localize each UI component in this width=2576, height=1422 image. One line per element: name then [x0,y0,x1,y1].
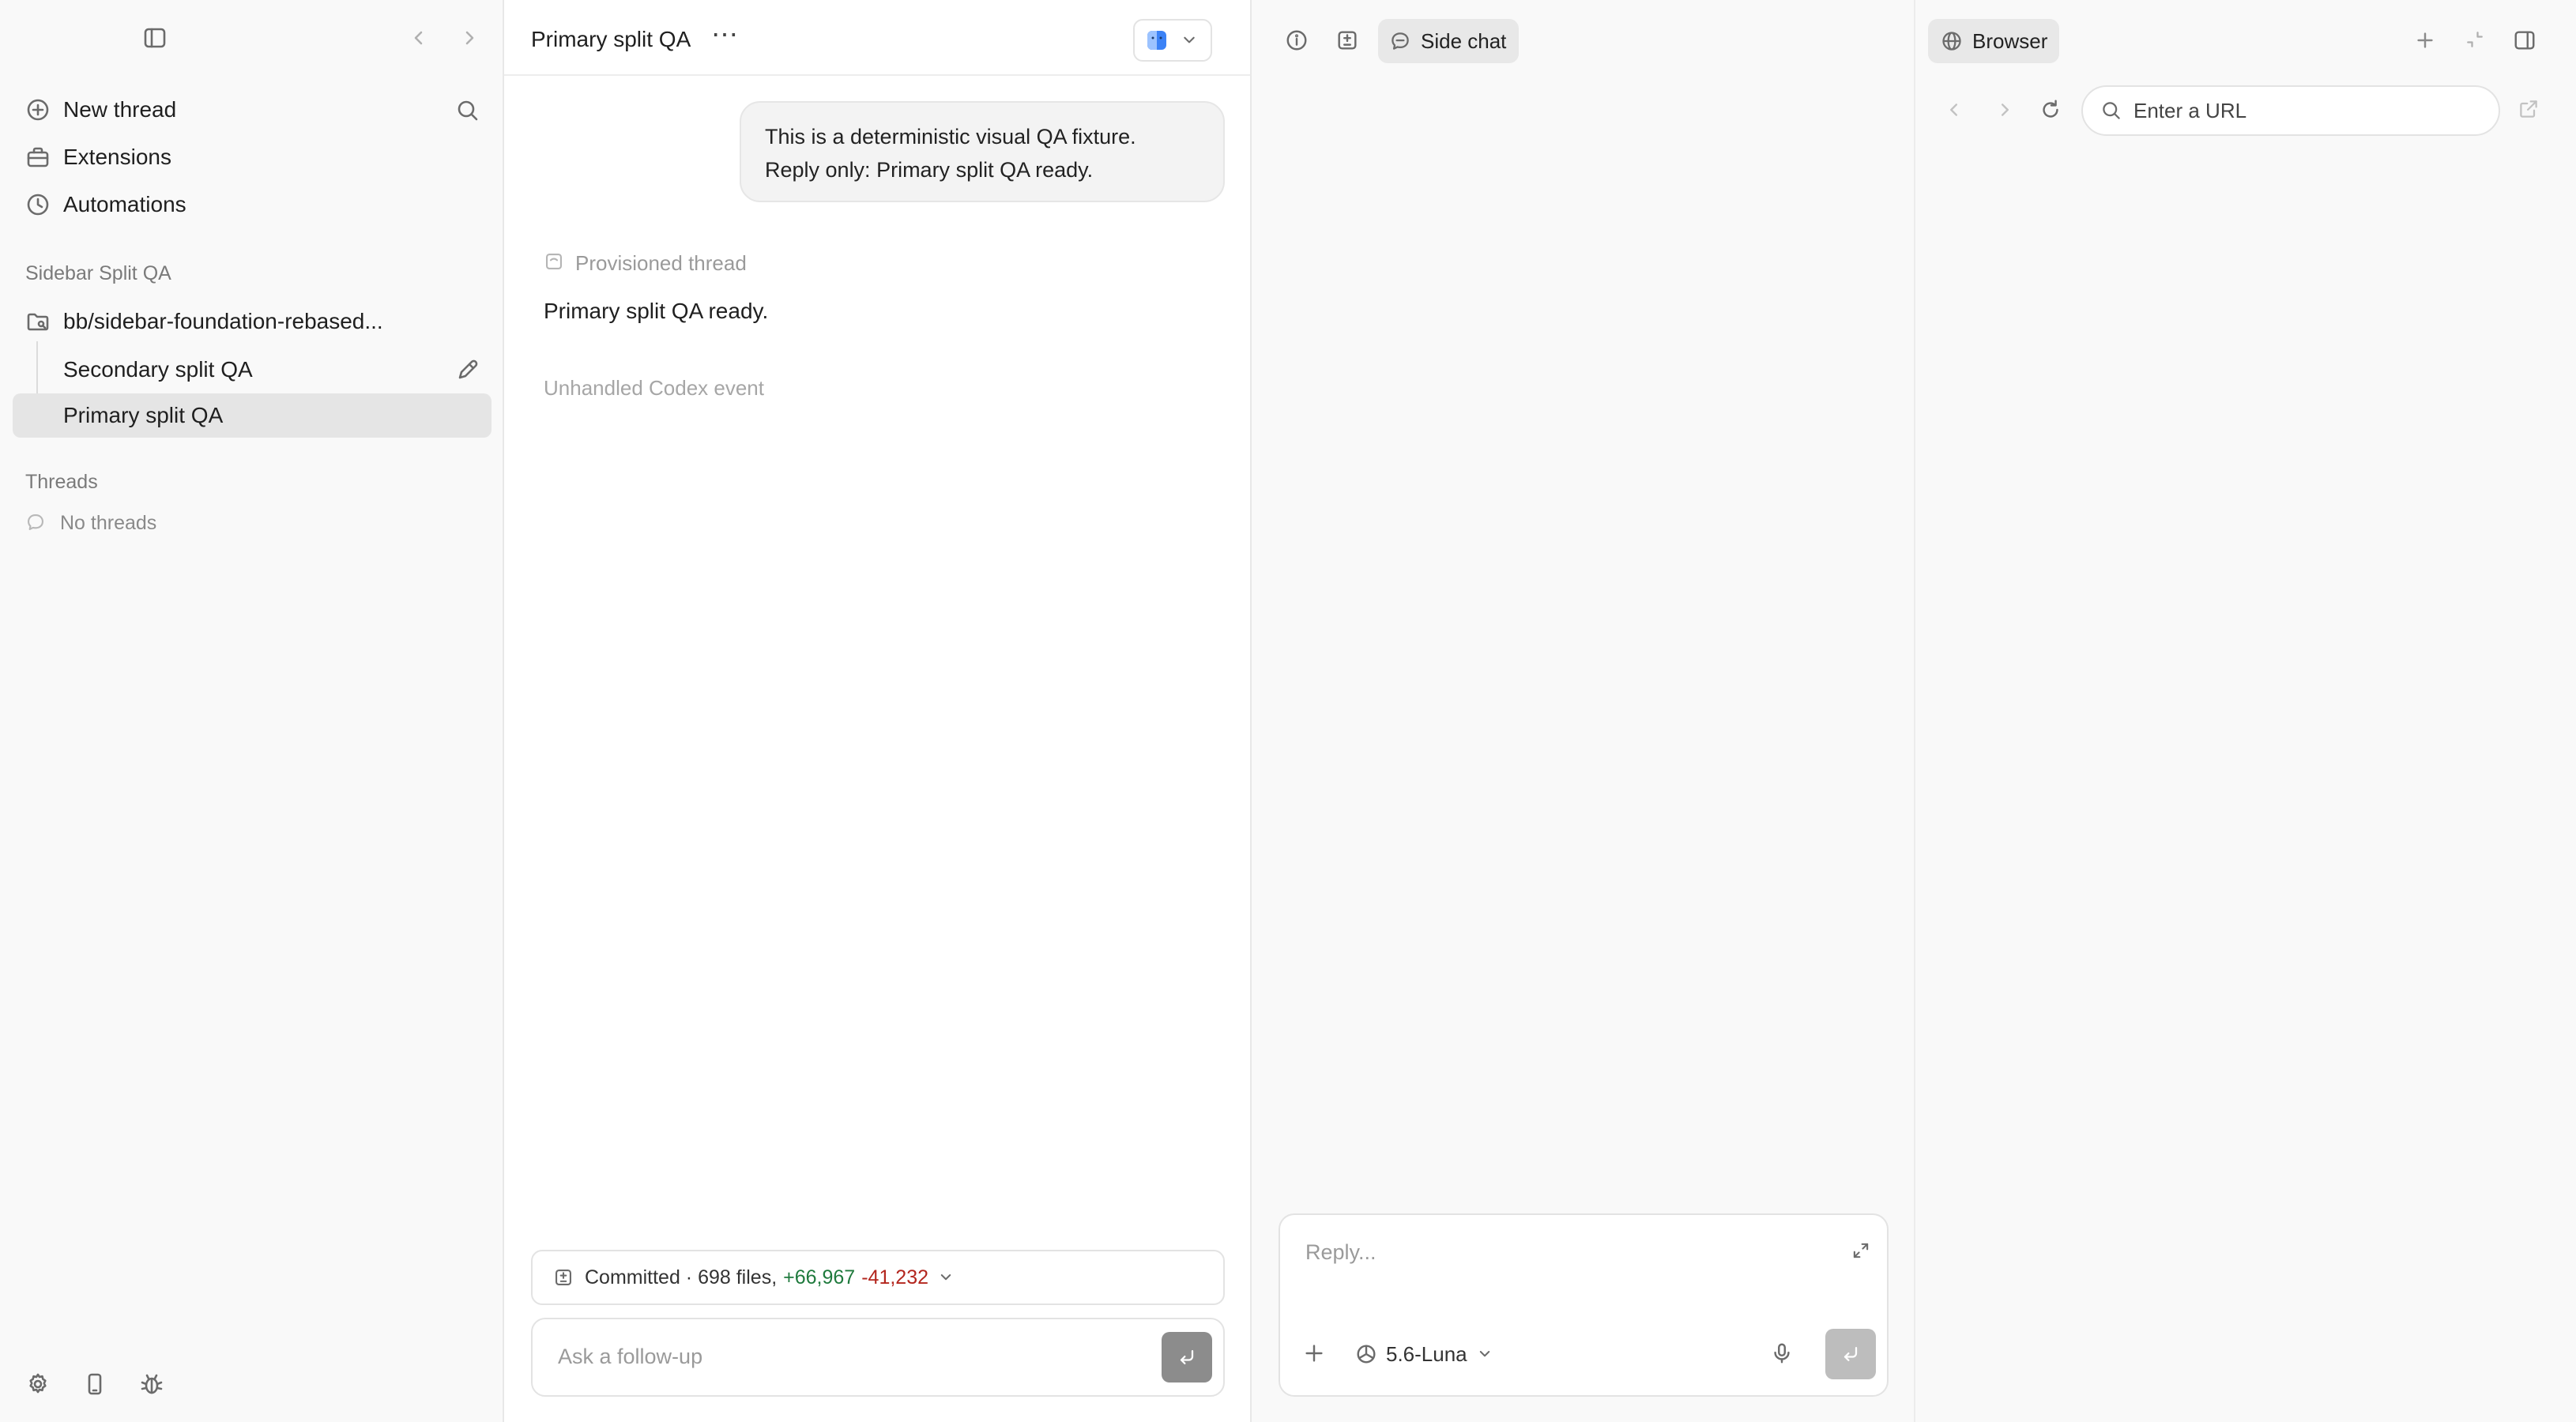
browser-panel: Browser Enter a URL [1915,0,2576,1422]
plus-icon[interactable] [1302,1341,1326,1365]
phone-icon[interactable] [82,1371,107,1397]
project-folder[interactable]: bb/sidebar-foundation-rebased... [13,299,491,344]
browser-forward-icon[interactable] [1993,98,2017,122]
url-placeholder: Enter a URL [2133,98,2247,122]
commit-label: Committed · 698 files, [585,1266,778,1288]
return-arrow-icon [1843,1346,1858,1362]
project-folder-label: bb/sidebar-foundation-rebased... [63,309,383,333]
url-input[interactable]: Enter a URL [2081,85,2500,136]
additions-count: +66,967 [783,1266,856,1288]
thread-title: Primary split QA [531,27,691,51]
sidebar-toggle-icon[interactable] [142,25,168,51]
extensions-label: Extensions [63,145,171,169]
user-message-bubble: This is a deterministic visual QA fixtur… [740,101,1225,202]
side-chat-composer[interactable]: Reply... 5.6-Luna [1279,1213,1889,1397]
sidebar: New thread Extensions Automations Sideba… [0,0,504,1422]
globe-icon [1941,30,1963,52]
composer-placeholder[interactable]: Ask a follow-up [558,1345,702,1369]
automations-button[interactable]: Automations [13,182,491,228]
panel-toggle-icon[interactable] [2513,28,2536,52]
briefcase-icon [13,145,63,170]
chat-bubble-icon [25,512,46,532]
folder-icon [13,309,63,334]
new-tab-plus-icon[interactable] [2413,28,2437,52]
side-chat-tab[interactable]: Side chat [1378,19,1519,63]
model-label: 5.6-Luna [1386,1341,1467,1366]
openai-logo-icon [1354,1342,1378,1366]
expand-icon[interactable] [1851,1240,1871,1261]
collapse-icon[interactable] [2464,28,2486,51]
forward-arrow-icon[interactable] [457,25,482,51]
assistant-reply: Primary split QA ready. [544,299,769,323]
diff-icon[interactable] [1335,28,1359,52]
diff-icon [553,1267,574,1288]
user-message-line: This is a deterministic visual QA fixtur… [765,125,1136,149]
automations-label: Automations [63,192,186,216]
gear-icon[interactable] [25,1371,51,1397]
threads-section-title: Threads [25,471,98,493]
reply-placeholder[interactable]: Reply... [1305,1240,1377,1265]
open-external-icon[interactable] [2518,98,2540,120]
follow-up-composer[interactable]: Ask a follow-up [531,1318,1225,1397]
commit-summary-button[interactable]: Committed · 698 files, +66,967 -41,232 [531,1250,1225,1305]
provisioned-label: Provisioned thread [575,251,747,275]
chevron-down-icon [1179,30,1199,51]
clock-icon [13,192,63,217]
new-thread-button[interactable]: New thread [13,87,491,133]
app-picker-button[interactable] [1133,19,1212,62]
send-button[interactable] [1825,1329,1876,1379]
chat-bubble-icon [1389,30,1411,52]
chat-header: Primary split QA ⋯ [504,0,1250,76]
thread-item-primary[interactable]: Primary split QA [13,393,491,438]
info-icon[interactable] [1285,28,1309,52]
edit-pencil-icon[interactable] [455,357,480,382]
plus-circle-icon [13,97,63,122]
new-thread-label: New thread [63,97,177,122]
back-arrow-icon[interactable] [406,25,431,51]
search-icon [2100,100,2122,122]
browser-back-icon[interactable] [1942,98,1966,122]
reload-icon[interactable] [2039,98,2062,122]
side-chat-panel: Side chat Reply... 5.6-Luna [1252,0,1915,1422]
bug-icon[interactable] [139,1371,164,1397]
thread-label: Secondary split QA [63,357,253,382]
chat-panel: Primary split QA ⋯ This is a determinist… [504,0,1252,1422]
user-message-line: Reply only: Primary split QA ready. [765,158,1094,182]
chevron-down-icon [1475,1345,1494,1364]
microphone-icon[interactable] [1770,1341,1794,1365]
search-icon[interactable] [455,98,480,123]
thread-label: Primary split QA [63,403,224,427]
browser-tab-label: Browser [1972,28,2048,53]
thread-item-secondary[interactable]: Secondary split QA [13,348,491,392]
extensions-button[interactable]: Extensions [13,134,491,180]
no-threads-text: No threads [60,512,157,534]
browser-tab[interactable]: Browser [1928,19,2059,63]
side-chat-tab-label: Side chat [1421,28,1507,53]
finder-icon [1146,29,1168,51]
unhandled-event-text: Unhandled Codex event [544,376,764,400]
send-button[interactable] [1162,1332,1212,1382]
return-arrow-icon [1180,1349,1194,1365]
chevron-down-icon [936,1268,955,1287]
more-options-icon[interactable]: ⋯ [711,19,739,51]
provisioned-icon [544,251,564,272]
deletions-count: -41,232 [861,1266,929,1288]
model-selector[interactable]: 5.6-Luna [1354,1338,1494,1370]
project-section-title: Sidebar Split QA [25,262,171,284]
